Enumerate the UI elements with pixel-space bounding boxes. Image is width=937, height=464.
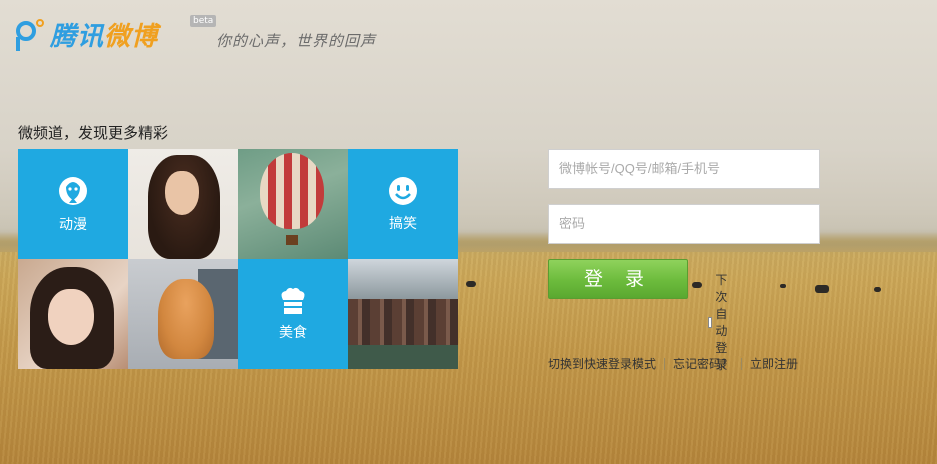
beta-badge: beta [190,15,217,27]
brand-name-main: 腾讯 [50,21,105,52]
channel-tile-label: 搞笑 [389,216,417,232]
account-input[interactable]: 微博帐号/QQ号/邮箱/手机号 [548,149,820,189]
channel-photo-portrait[interactable] [128,149,238,259]
register-link[interactable]: 立即注册 [750,355,798,372]
yak-silhouette [815,285,829,293]
logo-icon [16,19,46,51]
channel-tile-label: 美食 [279,325,307,341]
channel-tile-anime[interactable]: 动漫 [18,149,128,259]
login-button[interactable]: 登 录 [548,259,688,299]
forgot-password-link[interactable]: 忘记密码？ [673,355,733,372]
channel-tile-funny[interactable]: 搞笑 [348,149,458,259]
smiley-icon [389,177,417,205]
anime-icon [59,177,87,205]
channels-title: 微频道，发现更多精彩 [18,124,169,142]
channel-tile-food[interactable]: 美食 [238,259,348,369]
site-logo[interactable]: 腾讯微博 [16,14,158,54]
quick-login-link[interactable]: 切换到快速登录模式 [548,355,656,372]
channel-grid: 动漫 搞笑 美食 [18,149,458,369]
channel-photo-town[interactable] [348,259,458,369]
channel-photo-selfie[interactable] [18,259,128,369]
yak-silhouette [780,284,786,288]
yak-silhouette [466,281,476,287]
channel-tile-label: 动漫 [59,217,87,233]
chef-hat-icon [281,287,305,314]
brand-name: 腾讯微博 [50,16,158,53]
yak-silhouette [874,287,881,292]
login-links: 切换到快速登录模式 忘记密码？ 立即注册 [548,355,798,372]
channel-photo-balloon[interactable] [238,149,348,259]
slogan: 你的心声，世界的回声 [216,32,377,50]
link-divider [664,357,666,370]
link-divider [741,357,743,370]
brand-name-accent: 微博 [104,21,159,52]
password-input[interactable]: 密码 [548,204,820,244]
remember-checkbox[interactable] [708,316,713,328]
yak-silhouette [692,282,702,288]
channel-photo-kitten[interactable] [128,259,238,369]
